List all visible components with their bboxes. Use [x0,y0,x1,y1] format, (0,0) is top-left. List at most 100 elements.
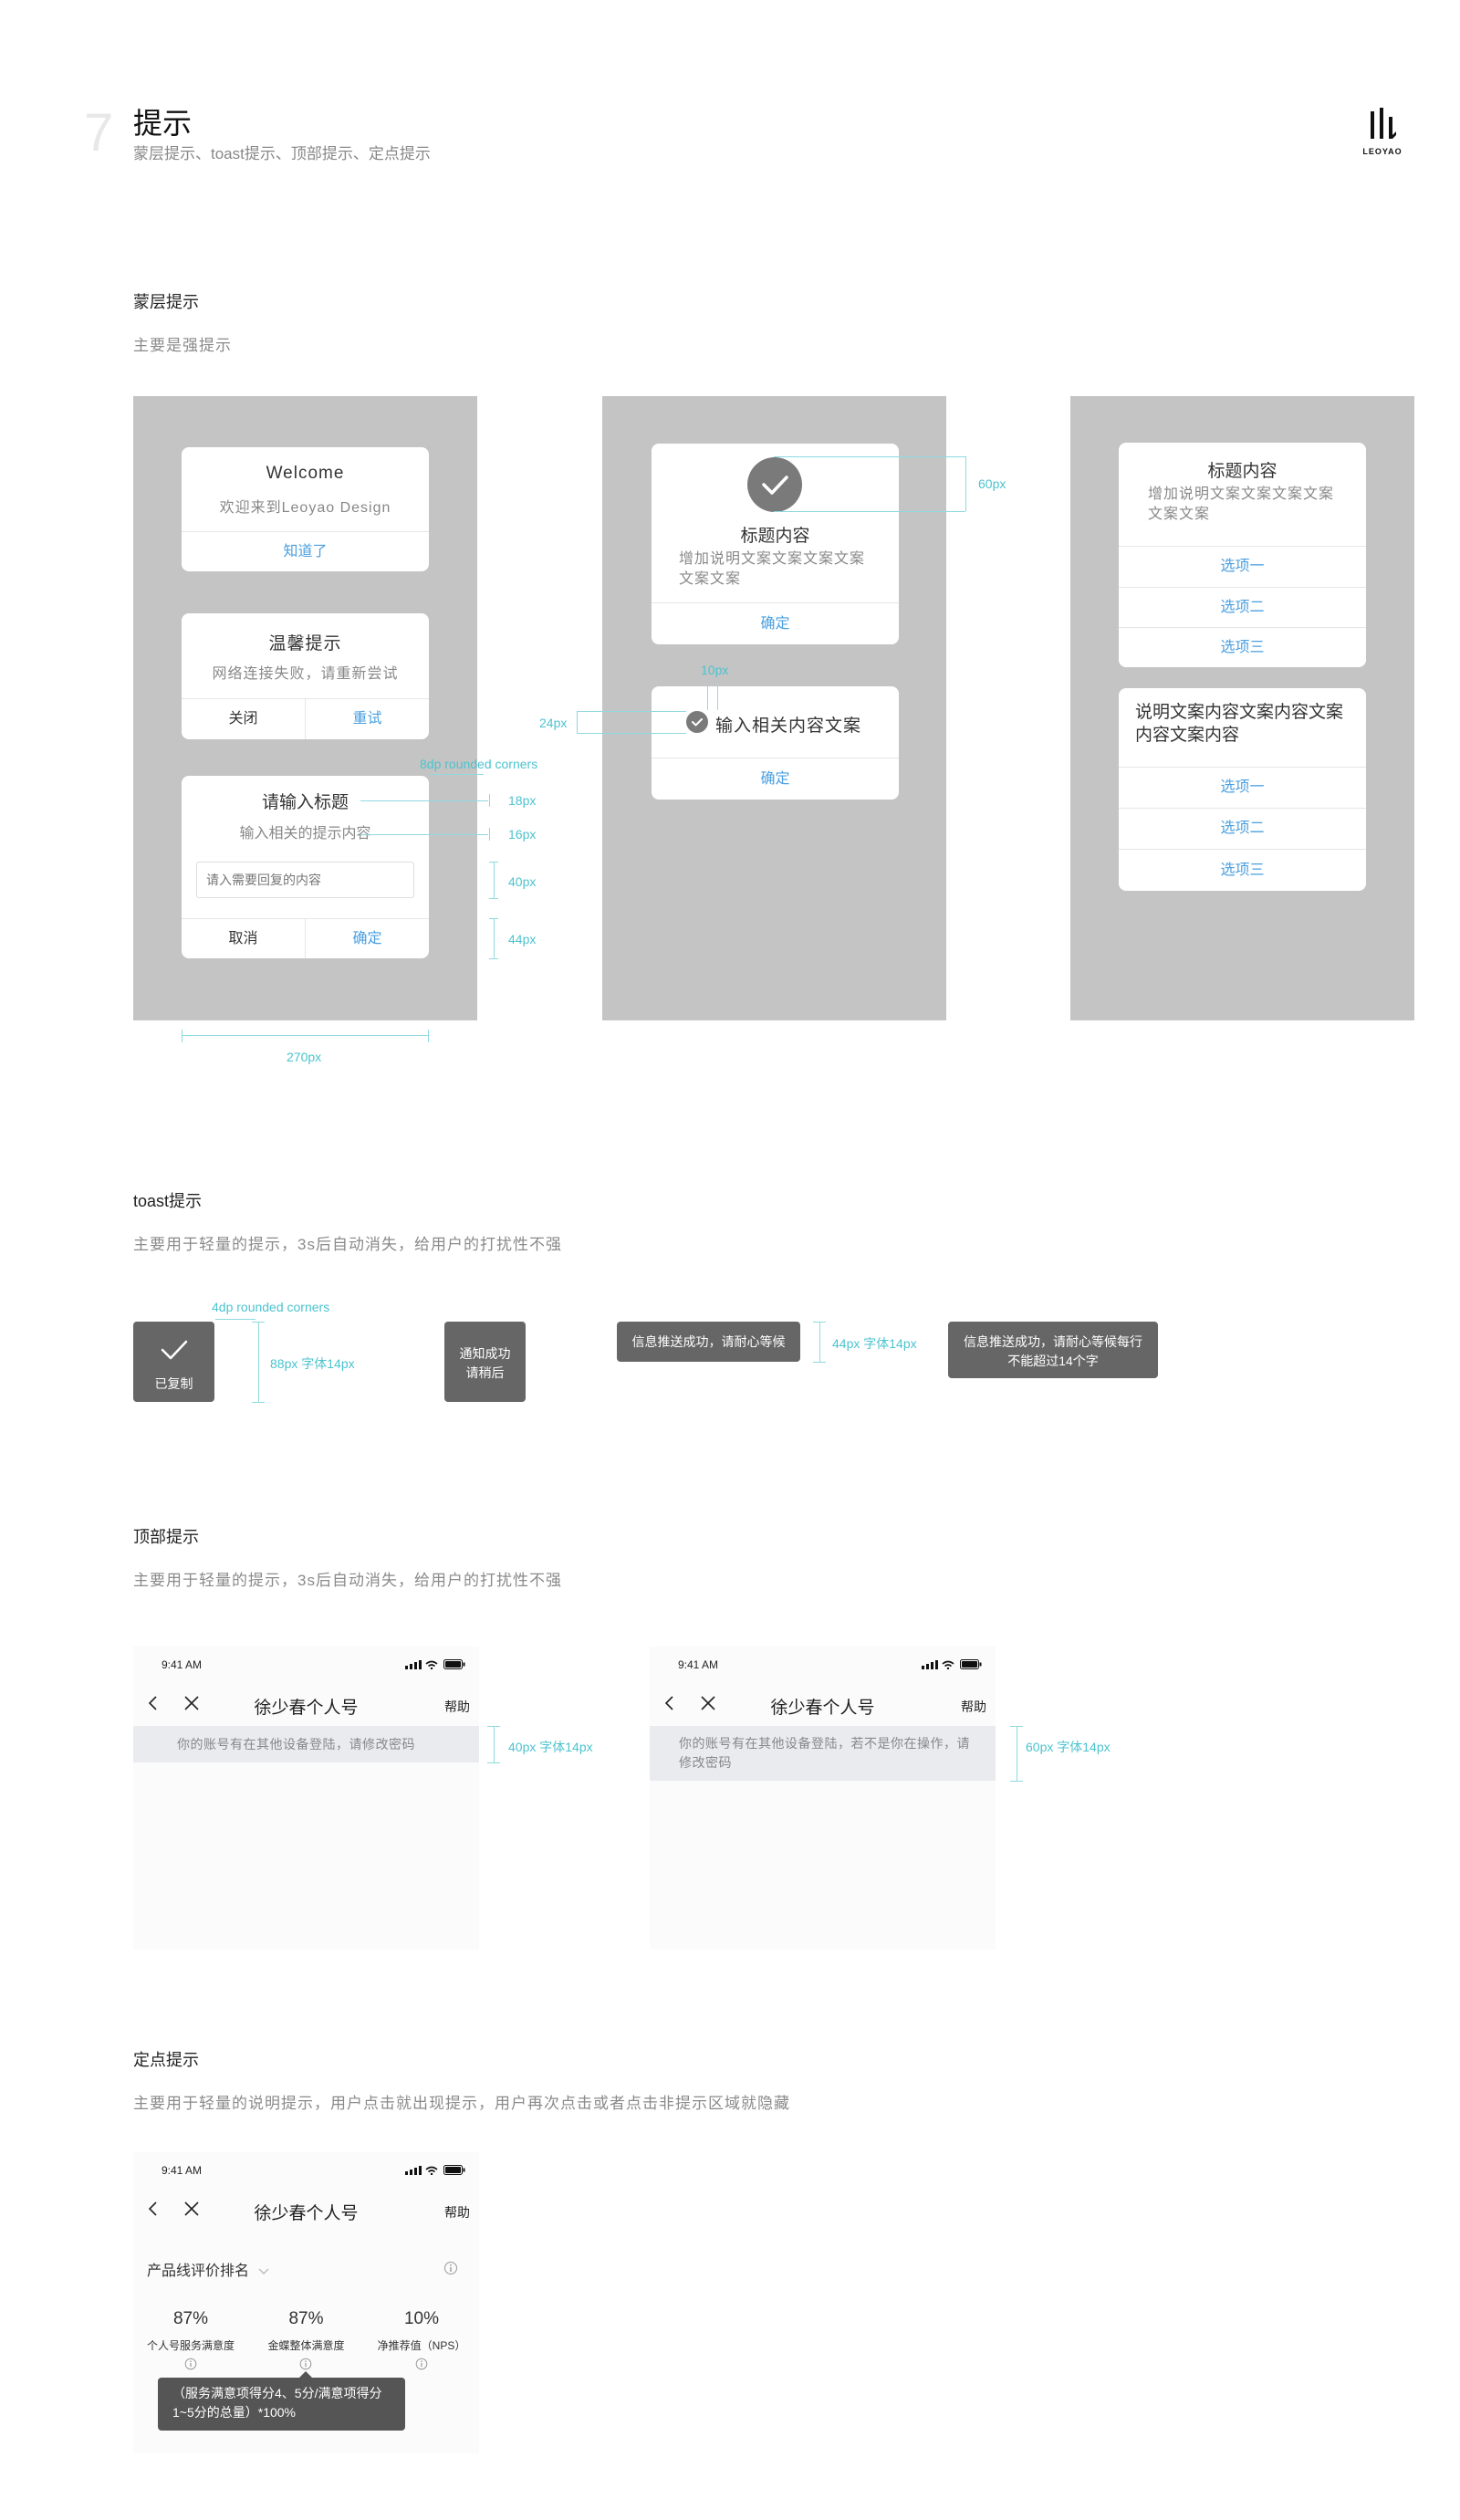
reply-input[interactable] [196,862,414,898]
help-link-3[interactable]: 帮助 [444,2203,470,2222]
status-time-2: 9:41 AM [678,1658,719,1671]
check-message-text: 输入相关内容文案 [715,716,862,736]
info-icon[interactable] [299,2358,312,2370]
warm-tip-body: 网络连接失败，请重新尝试 [212,666,399,682]
options-2-title: 说明文案内容文案内容文案内容文案内容 [1135,703,1344,745]
stat-label-3: 净推荐值（NPS） [377,2339,466,2352]
push-toast-short: 信息推送成功，请耐心等候 [617,1322,800,1362]
notify-line-2: 请稍后 [465,1365,505,1380]
page-number: 7 [84,103,114,162]
info-icon[interactable] [184,2358,197,2370]
signal-icon [405,1660,422,1669]
check-icon [161,1340,188,1360]
rank-title[interactable]: 产品线评价排名 [147,2258,269,2280]
stat-value-2: 87% [288,2309,324,2328]
section-desc-modal: 主要是强提示 [133,337,232,354]
retry-button[interactable]: 重试 [306,699,429,739]
tooltip-popover: （服务满意项得分4、5分/满意项得分1~5分的总量）*100% [158,2378,405,2431]
phone-mock-2: 9:41 AM 徐少春个人号 帮助 你的账号有在其他设备登陆，若不是你在操作，请… [650,1647,996,1950]
annotation-40px-top: 40px 字体14px [508,1740,593,1754]
annotation-44px: 44px [508,932,537,946]
phone-mock-1: 9:41 AM 徐少春个人号 帮助 你的账号有在其他设备登陆，请修改密码 [133,1647,479,1950]
options-dialog-1: 标题内容 增加说明文案文案文案文案文案文案 选项一 选项二 选项三 [1119,443,1366,667]
copied-label: 已复制 [154,1376,193,1391]
check-confirm-button[interactable]: 确定 [652,758,899,800]
stat-label-1: 个人号服务满意度 [146,2339,235,2352]
close-button[interactable]: 关闭 [182,699,305,739]
phone-mock-3: 9:41 AM 徐少春个人号 帮助 产品线评价排名 87% 87% 10% 个人… [133,2152,479,2453]
annotation-4dp-rounded: 4dp rounded corners [212,1300,330,1314]
options-body: 增加说明文案文案文案文案文案文案 [1148,486,1335,522]
push-long-line-1: 信息推送成功，请耐心等候每行 [964,1334,1142,1349]
warm-tip-title: 温馨提示 [268,634,342,654]
info-icon[interactable] [443,2261,458,2275]
option-item-2[interactable]: 选项二 [1119,588,1366,628]
nav-title-2: 徐少春个人号 [770,1699,875,1718]
copied-toast: 已复制 [133,1322,214,1402]
nav-title: 徐少春个人号 [254,1699,359,1718]
page-subtitle: 蒙层提示、toast提示、顶部提示、定点提示 [133,145,431,162]
wifi-icon [942,1660,954,1669]
annotation-44px-toast: 44px 字体14px [832,1336,917,1351]
annotation-60px: 60px [978,476,1006,491]
logo-icon [1371,108,1396,139]
section-title-toast: toast提示 [133,1192,203,1210]
wifi-icon [425,1660,438,1669]
option-2-item-3[interactable]: 选项三 [1119,850,1366,891]
cancel-button[interactable]: 取消 [182,919,305,958]
notify-line-1: 通知成功 [459,1346,511,1361]
option-2-item-2[interactable]: 选项二 [1119,809,1366,849]
status-time: 9:41 AM [162,1658,203,1671]
chevron-down-icon [258,2268,269,2274]
nav-title-3: 徐少春个人号 [254,2204,359,2223]
section-desc-toast: 主要用于轻量的提示，3s后自动消失，给用户的打扰性不强 [133,1236,562,1253]
annotation-10px: 10px [701,663,729,677]
signal-icon [922,1660,938,1669]
tooltip-arrow [299,2371,312,2378]
page-title: 提示 [133,107,193,140]
annotation-270px: 270px [287,1050,322,1064]
annotation-rounded-corners: 8dp rounded corners [420,757,538,771]
top-notice-bar: 你的账号有在其他设备登陆，请修改密码 [133,1726,479,1762]
info-icon[interactable] [415,2358,428,2370]
welcome-dialog: Welcome 欢迎来到Leoyao Design 知道了 [182,447,429,571]
section-title-point: 定点提示 [133,2051,199,2069]
push-long-line-2: 不能超过14个字 [1007,1354,1099,1368]
rank-title-text: 产品线评价排名 [147,2264,250,2279]
signal-icon [405,2166,422,2175]
small-check-icon [686,711,708,733]
welcome-body: 欢迎来到Leoyao Design [219,500,391,516]
push-toast-long: 信息推送成功，请耐心等候每行 不能超过14个字 [948,1322,1158,1378]
option-2-item-1[interactable]: 选项一 [1119,768,1366,808]
got-it-button[interactable]: 知道了 [182,532,429,571]
annotation-18px: 18px [508,793,537,808]
option-item-1[interactable]: 选项一 [1119,547,1366,587]
check-circle-icon [747,457,802,512]
option-item-3[interactable]: 选项三 [1119,628,1366,667]
section-desc-top: 主要用于轻量的提示，3s后自动消失，给用户的打扰性不强 [133,1572,562,1589]
wifi-icon [425,2166,438,2175]
annotation-24px: 24px [539,716,568,730]
success-confirm-button[interactable]: 确定 [652,603,899,644]
section-desc-point: 主要用于轻量的说明提示，用户点击就出现提示，用户再次点击或者点击非提示区域就隐藏 [133,2095,790,2112]
logo-text: LEOYAO [1362,147,1403,156]
success-body: 增加说明文案文案文案文案文案文案 [679,551,866,587]
stat-value-3: 10% [403,2309,440,2328]
annotation-60px-top: 60px 字体14px [1026,1740,1111,1754]
welcome-title: Welcome [266,464,345,483]
input-dialog: 请输入标题 输入相关的提示内容 取消 确定 [182,776,429,958]
brand-logo: LEOYAO [1358,108,1407,159]
battery-icon [960,1659,982,1669]
confirm-button[interactable]: 确定 [306,919,429,958]
stat-label-2: 金蝶整体满意度 [267,2339,345,2352]
options-title: 标题内容 [1207,462,1278,481]
annotation-40px: 40px [508,874,537,889]
check-message-dialog: 输入相关内容文案 确定 [652,686,899,800]
section-title-top: 顶部提示 [133,1528,199,1546]
help-link-2[interactable]: 帮助 [961,1698,986,1716]
help-link[interactable]: 帮助 [444,1698,470,1716]
annotation-16px: 16px [508,827,537,842]
input-dialog-body: 输入相关的提示内容 [239,826,371,842]
stat-value-1: 87% [172,2309,209,2328]
section-title-modal: 蒙层提示 [133,293,199,311]
